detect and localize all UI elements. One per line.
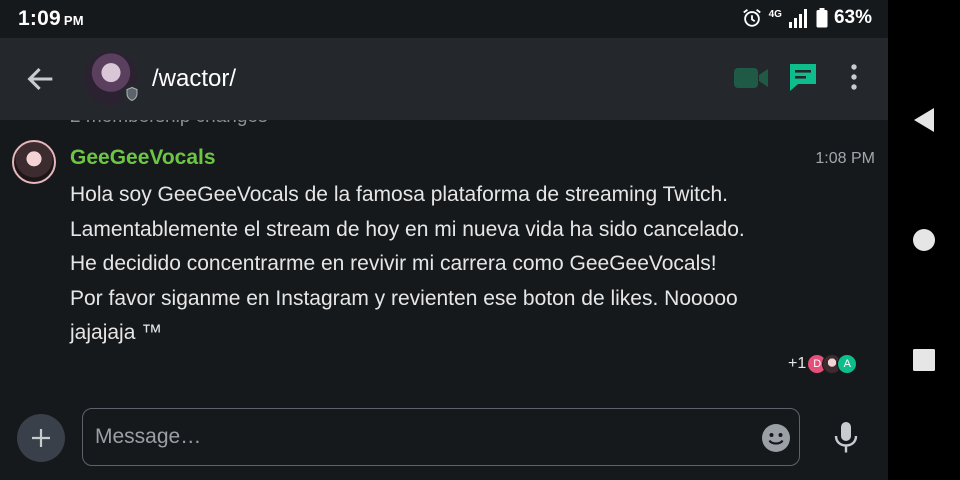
read-receipts-more-count: +1 (788, 355, 807, 372)
status-time-ampm: PM (63, 13, 84, 28)
message-line: Hola soy GeeGeeVocals de la famosa plata… (70, 183, 728, 206)
alarm-icon (742, 9, 761, 27)
message-timestamp: 1:08 PM (815, 150, 875, 167)
read-receipts[interactable]: +1 D A (788, 352, 858, 376)
message-body[interactable]: Hola soy GeeGeeVocals de la famosa plata… (70, 178, 860, 351)
plus-icon (32, 429, 50, 447)
room-encryption-badge (122, 84, 142, 104)
room-header: /wactor/ (0, 38, 888, 120)
system-recents-button[interactable] (888, 340, 960, 380)
sender-name[interactable]: GeeGeeVocals (70, 146, 216, 170)
system-back-button[interactable] (888, 100, 960, 140)
message-line: Por favor siganme en Instagram y revient… (70, 286, 738, 310)
battery-icon (816, 8, 828, 28)
message-line: He decidido concentrarme en revivir mi c… (70, 252, 717, 275)
emoji-icon[interactable] (761, 423, 791, 453)
nav-back-triangle-icon (914, 108, 934, 132)
message-input[interactable] (93, 419, 747, 455)
more-vert-icon[interactable] (842, 60, 866, 94)
battery-percent: 63% (833, 7, 872, 28)
status-time-value: 1:09 (18, 7, 61, 30)
microphone-icon[interactable] (830, 420, 862, 456)
message-field[interactable] (82, 408, 800, 466)
chat-app: 1:09PM 4G 63% /wactor/ 2 membership chan… (0, 0, 888, 480)
nav-recents-square-icon (913, 349, 935, 371)
add-attachment-button[interactable] (17, 414, 65, 462)
sender-avatar[interactable] (12, 140, 56, 184)
system-home-button[interactable] (888, 220, 960, 260)
nav-home-circle-icon (913, 229, 935, 251)
status-bar: 1:09 PM 4G 63% (0, 0, 888, 38)
message-line: Lamentablemente el stream de hoy en mi n… (70, 217, 745, 241)
message-line: jajajaja ™ (70, 321, 163, 344)
shield-icon (126, 87, 138, 101)
system-navigation-bar (888, 0, 960, 480)
read-receipt-avatar: A (837, 354, 858, 374)
room-name[interactable]: /wactor/ (152, 65, 236, 93)
threads-icon[interactable] (786, 60, 820, 94)
message-composer (0, 400, 888, 480)
video-call-icon[interactable] (732, 64, 770, 92)
status-time: 1:09 PM (18, 7, 84, 31)
back-arrow-icon[interactable] (24, 62, 58, 96)
network-type-label: 4G (768, 9, 782, 20)
message-timeline[interactable]: 2 membership changes GeeGeeVocals 1:08 P… (0, 120, 888, 400)
membership-changes-summary[interactable]: 2 membership changes (70, 120, 268, 128)
status-icons: 4G 63% (741, 7, 872, 29)
signal-icon (788, 9, 807, 28)
